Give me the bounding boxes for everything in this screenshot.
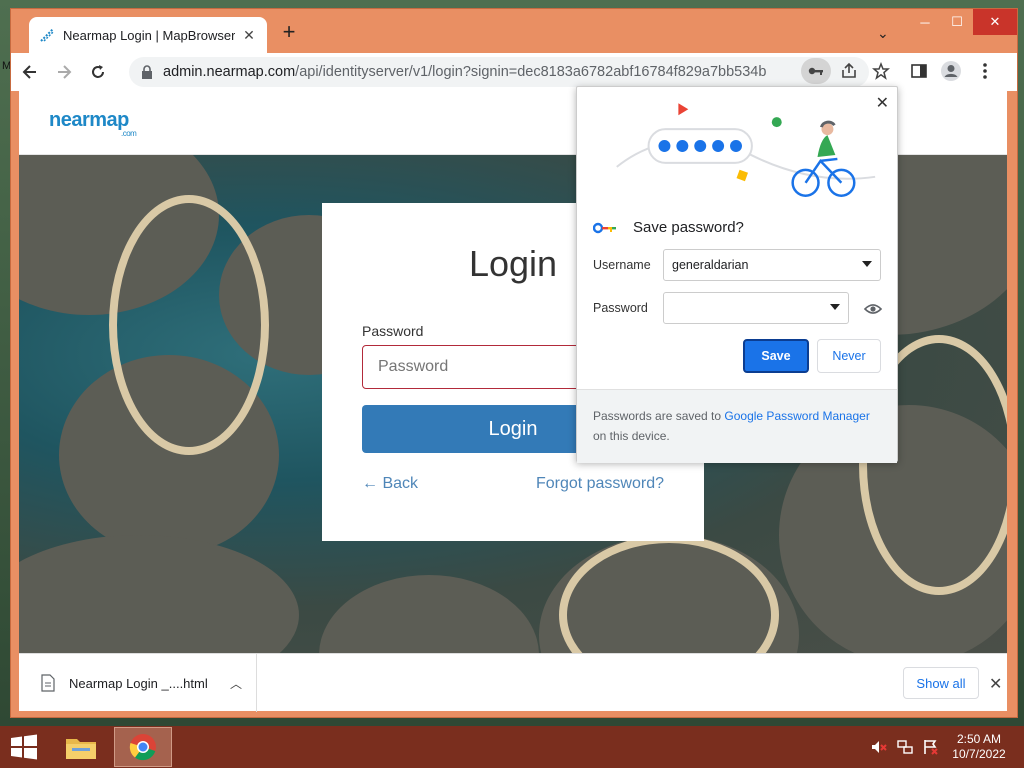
forgot-password-link[interactable]: Forgot password? [536,475,664,493]
forward-button[interactable] [49,57,79,87]
tab-strip: Nearmap Login | MapBrowser an ✕ + ⌄ ─ ☐ … [11,9,1017,53]
arrow-right-icon [58,65,72,79]
download-file-name: Nearmap Login _....html [69,675,208,691]
password-label: Password [362,323,424,339]
nearmap-favicon-icon [40,28,54,42]
volume-muted-icon[interactable] [870,738,888,756]
maximize-icon[interactable]: ☐ [941,9,973,35]
profile-button[interactable] [939,59,963,83]
share-icon [842,62,856,78]
username-value: generaldarian [672,258,749,272]
clock-time: 2:50 AM [956,732,1002,746]
side-panel-icon [911,64,927,78]
password-key-button[interactable] [801,58,831,84]
save-password-button[interactable]: Save [743,339,809,373]
taskbar: 2:50 AM 10/7/2022 [0,726,1024,768]
file-icon [41,674,55,692]
eye-icon[interactable] [863,301,883,317]
username-label: Username [593,258,651,272]
download-bar-close-icon[interactable]: ✕ [989,674,1002,694]
windows-start-icon[interactable] [10,734,38,760]
action-center-flag-icon[interactable] [922,738,940,756]
file-explorer-button[interactable] [58,728,104,766]
minimize-icon[interactable]: ─ [909,9,941,35]
caret-down-icon [862,261,872,267]
dialog-title: Save password? [633,219,744,236]
back-link[interactable]: ← Back [362,475,418,493]
footer-text-suffix: on this device. [593,429,670,443]
chrome-icon [129,734,156,761]
password-manager-link[interactable]: Google Password Manager [724,409,869,423]
google-key-icon [593,222,616,233]
password-label: Password [593,301,648,315]
chevron-up-icon[interactable]: ︿ [230,675,242,692]
show-all-button[interactable]: Show all [903,667,979,699]
dialog-footer: Passwords are saved to Google Password M… [577,389,897,463]
folder-icon [66,739,96,759]
new-tab-button[interactable]: + [277,21,301,43]
clock-date: 10/7/2022 [952,747,1006,761]
arrow-left-icon [22,65,36,79]
reload-icon [92,65,104,78]
system-tray [870,738,940,756]
url-path: /api/identityserver/v1/login?signin=dec8… [295,64,767,80]
nearmap-logo[interactable]: nearmap .com [49,109,137,138]
tab-title: Nearmap Login | MapBrowser an [63,27,235,43]
window-controls: ─ ☐ ✕ [909,9,1017,37]
star-icon [872,62,890,80]
share-button[interactable] [837,59,861,83]
network-icon[interactable] [896,738,914,756]
tab-close-icon[interactable]: ✕ [241,27,257,44]
url-text: admin.nearmap.com/api/identityserver/v1/… [163,64,766,80]
profile-icon [941,61,961,81]
side-panel-button[interactable] [907,59,931,83]
kebab-menu-icon [983,63,987,79]
save-password-dialog: ✕ Save password? Username generaldarian … [576,86,898,463]
browser-tab[interactable]: Nearmap Login | MapBrowser an ✕ [29,17,267,53]
footer-text-prefix: Passwords are saved to [593,409,725,423]
bookmark-button[interactable] [869,59,893,83]
lock-icon [142,65,152,79]
window-close-icon[interactable]: ✕ [973,9,1017,35]
password-select[interactable] [663,292,849,324]
reload-button[interactable] [83,57,113,87]
dialog-title-row: Save password? [593,219,744,236]
password-illustration-icon [616,103,876,197]
chrome-taskbar-button[interactable] [114,727,172,767]
key-icon [808,67,823,75]
system-clock[interactable]: 2:50 AM 10/7/2022 [944,732,1014,762]
caret-down-icon [830,304,840,310]
tab-search-chevron-icon[interactable]: ⌄ [877,25,889,42]
never-save-button[interactable]: Never [817,339,881,373]
dialog-close-icon[interactable]: ✕ [876,93,889,113]
username-select[interactable]: generaldarian [663,249,881,281]
address-bar[interactable]: admin.nearmap.com/api/identityserver/v1/… [129,57,869,87]
download-item[interactable]: Nearmap Login _....html ︿ [19,654,257,712]
back-button[interactable] [15,57,45,87]
logo-subtext: .com [121,129,137,138]
download-bar: Nearmap Login _....html ︿ Show all ✕ [19,653,1007,712]
logo-text: nearmap [49,109,129,131]
browser-menu-button[interactable] [973,59,997,83]
url-host: admin.nearmap.com [163,64,296,80]
